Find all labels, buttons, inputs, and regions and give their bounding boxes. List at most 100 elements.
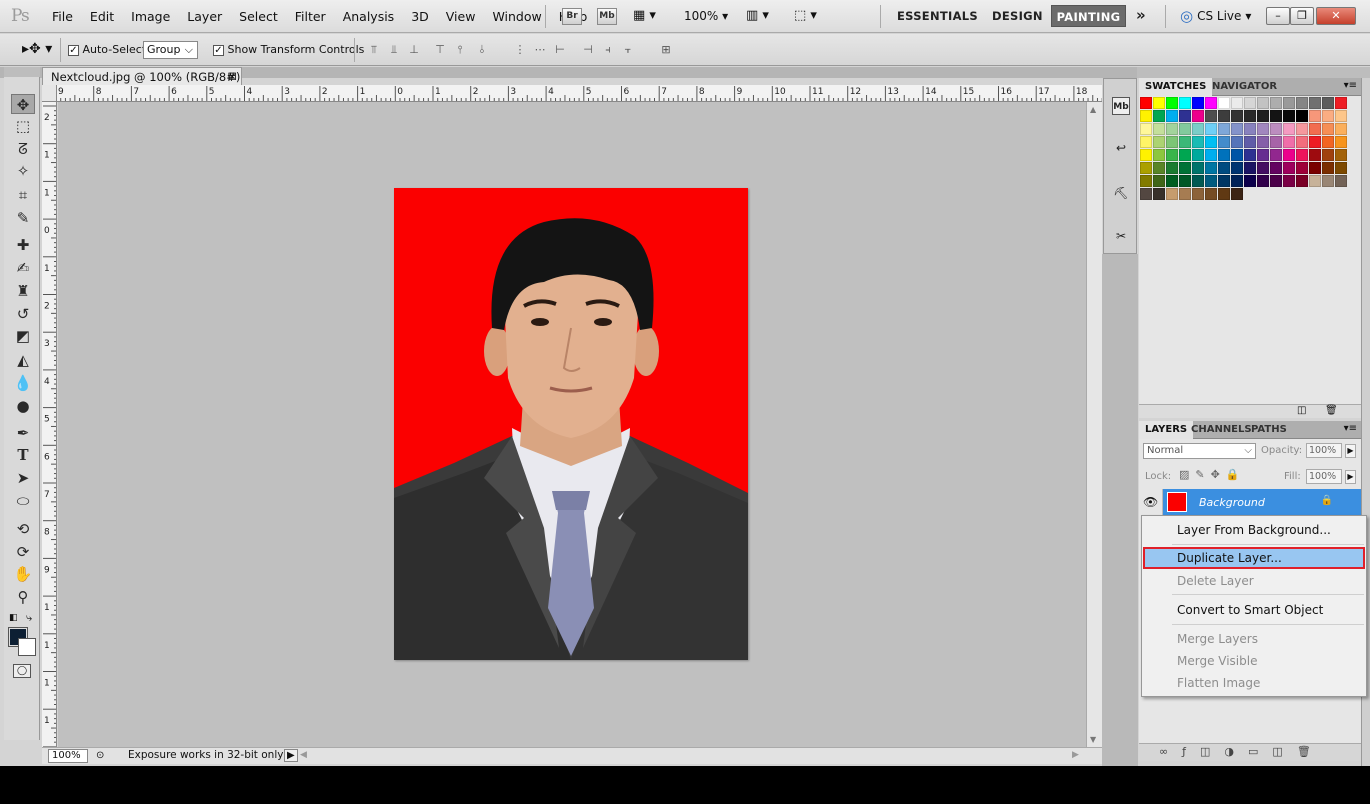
color-swatch[interactable] — [1153, 110, 1165, 122]
color-swatch[interactable] — [1153, 162, 1165, 174]
color-swatch[interactable] — [1270, 123, 1282, 135]
tab-paths[interactable]: PATHS — [1245, 421, 1293, 439]
menu-select[interactable]: Select — [239, 9, 278, 24]
scroll-right-icon[interactable]: ▶ — [1072, 750, 1079, 760]
color-swatch[interactable] — [1192, 175, 1204, 187]
color-swatch[interactable] — [1218, 110, 1230, 122]
color-swatch[interactable] — [1335, 97, 1347, 109]
bridge-button[interactable]: Br — [562, 8, 582, 25]
color-swatch[interactable] — [1166, 123, 1178, 135]
menu-window[interactable]: Window — [492, 9, 541, 24]
align-distribute-icon[interactable]: ⫫ — [386, 43, 402, 57]
color-swatch[interactable] — [1244, 123, 1256, 135]
3d-rotate-tool-icon[interactable]: ⟲ — [11, 519, 35, 539]
color-swatch[interactable] — [1283, 123, 1295, 135]
color-swatch[interactable] — [1140, 123, 1152, 135]
color-swatch[interactable] — [1322, 110, 1334, 122]
eyedropper-tool-icon[interactable]: ✎ — [11, 208, 35, 228]
color-swatch[interactable] — [1231, 97, 1243, 109]
history-brush-tool-icon[interactable]: ↺ — [11, 304, 35, 324]
opacity-field[interactable]: 100% — [1306, 443, 1342, 458]
color-swatch[interactable] — [1166, 110, 1178, 122]
zoom-tool-icon[interactable]: ⚲ — [11, 587, 35, 607]
menu-item-layer-from-background[interactable]: Layer From Background... — [1143, 519, 1365, 541]
color-swatch[interactable] — [1192, 188, 1204, 200]
color-swatch[interactable] — [1153, 175, 1165, 187]
vertical-scrollbar[interactable]: ▲ ▼ — [1086, 102, 1102, 747]
color-swatch[interactable] — [1257, 110, 1269, 122]
color-swatch[interactable] — [1257, 136, 1269, 148]
auto-select-checkbox[interactable]: ✓ — [68, 44, 79, 56]
color-swatch[interactable] — [1166, 162, 1178, 174]
color-swatch[interactable] — [1283, 149, 1295, 161]
move-tool-preset-icon[interactable]: ▸✥ ▾ — [22, 41, 52, 57]
canvas-workspace[interactable] — [58, 102, 1086, 747]
color-swatch[interactable] — [1309, 162, 1321, 174]
align-distribute-icon[interactable]: ⋯ — [532, 43, 548, 57]
panel-dock-header[interactable] — [1137, 67, 1370, 78]
color-swatch[interactable] — [1218, 97, 1230, 109]
tab-swatches[interactable]: SWATCHES — [1139, 78, 1213, 96]
minimize-button[interactable]: – — [1266, 7, 1290, 25]
color-swatch[interactable] — [1309, 175, 1321, 187]
color-swatch[interactable] — [1322, 123, 1334, 135]
color-swatch[interactable] — [1140, 175, 1152, 187]
more-workspaces-button[interactable]: » — [1136, 6, 1146, 24]
color-swatch[interactable] — [1257, 97, 1269, 109]
color-swatch[interactable] — [1270, 97, 1282, 109]
color-swatch[interactable] — [1231, 123, 1243, 135]
paint-bucket-tool-icon[interactable]: ◭ — [11, 350, 35, 370]
color-swatch[interactable] — [1231, 175, 1243, 187]
zoom-level-select[interactable]: 100% ▾ — [684, 9, 728, 23]
menu-layer[interactable]: Layer — [187, 9, 222, 24]
color-swatch[interactable] — [1244, 175, 1256, 187]
auto-select-target-select[interactable]: Group ⌵ — [143, 41, 198, 59]
path-selection-tool-icon[interactable]: ➤ — [11, 468, 35, 488]
color-swatch[interactable] — [1335, 123, 1347, 135]
color-swatch[interactable] — [1218, 136, 1230, 148]
zoom-field[interactable]: 100% — [48, 749, 88, 763]
color-swatch[interactable] — [1309, 136, 1321, 148]
panel-menu-icon[interactable]: ▾≡ — [1344, 80, 1357, 91]
color-swatch[interactable] — [1296, 97, 1308, 109]
color-swatch[interactable] — [1283, 162, 1295, 174]
color-swatch[interactable] — [1140, 149, 1152, 161]
color-swatch[interactable] — [1205, 188, 1217, 200]
color-swatch[interactable] — [1244, 110, 1256, 122]
color-swatch[interactable] — [1192, 149, 1204, 161]
color-swatch[interactable] — [1309, 123, 1321, 135]
color-swatch[interactable] — [1179, 162, 1191, 174]
color-swatch[interactable] — [1270, 162, 1282, 174]
color-swatch[interactable] — [1322, 97, 1334, 109]
brush-tool-icon[interactable]: ✍ — [11, 258, 35, 278]
quick-mask-icon[interactable]: ◯ — [13, 664, 31, 678]
color-swatch[interactable] — [1309, 149, 1321, 161]
opacity-arrow-icon[interactable]: ▶ — [1345, 444, 1356, 458]
color-swatch[interactable] — [1283, 175, 1295, 187]
status-menu-arrow-icon[interactable]: ▶ — [284, 749, 298, 762]
panel-menu-icon[interactable]: ▾≡ — [1344, 423, 1357, 434]
color-swatch[interactable] — [1244, 149, 1256, 161]
color-swatch[interactable] — [1296, 149, 1308, 161]
hand-tool-icon[interactable]: ✋ — [11, 564, 35, 584]
color-swatch[interactable] — [1166, 188, 1178, 200]
color-swatch[interactable] — [1205, 175, 1217, 187]
color-swatch[interactable] — [1231, 136, 1243, 148]
workspace-design[interactable]: DESIGN — [992, 9, 1043, 23]
lock-icons[interactable]: ▨✎✥🔒 — [1179, 468, 1246, 481]
marquee-tool-icon[interactable]: ⬚ — [11, 116, 35, 136]
color-swatch[interactable] — [1335, 162, 1347, 174]
color-swatch[interactable] — [1192, 97, 1204, 109]
document-tab[interactable]: Nextcloud.jpg @ 100% (RGB/8#) ⊠ — [42, 67, 242, 85]
color-swatch[interactable] — [1283, 136, 1295, 148]
color-swatch[interactable] — [1296, 110, 1308, 122]
color-swatch[interactable] — [1140, 136, 1152, 148]
color-swatch[interactable] — [1153, 188, 1165, 200]
auto-select-option[interactable]: ✓ Auto-Select: — [68, 43, 150, 56]
ellipse-tool-icon[interactable]: ⬭ — [11, 491, 35, 511]
color-swatch[interactable] — [1270, 136, 1282, 148]
color-swatch[interactable] — [1231, 188, 1243, 200]
align-distribute-icon[interactable]: ⫞ — [600, 43, 616, 57]
color-swatch[interactable] — [1296, 136, 1308, 148]
tab-navigator[interactable]: NAVIGATOR — [1206, 78, 1283, 96]
